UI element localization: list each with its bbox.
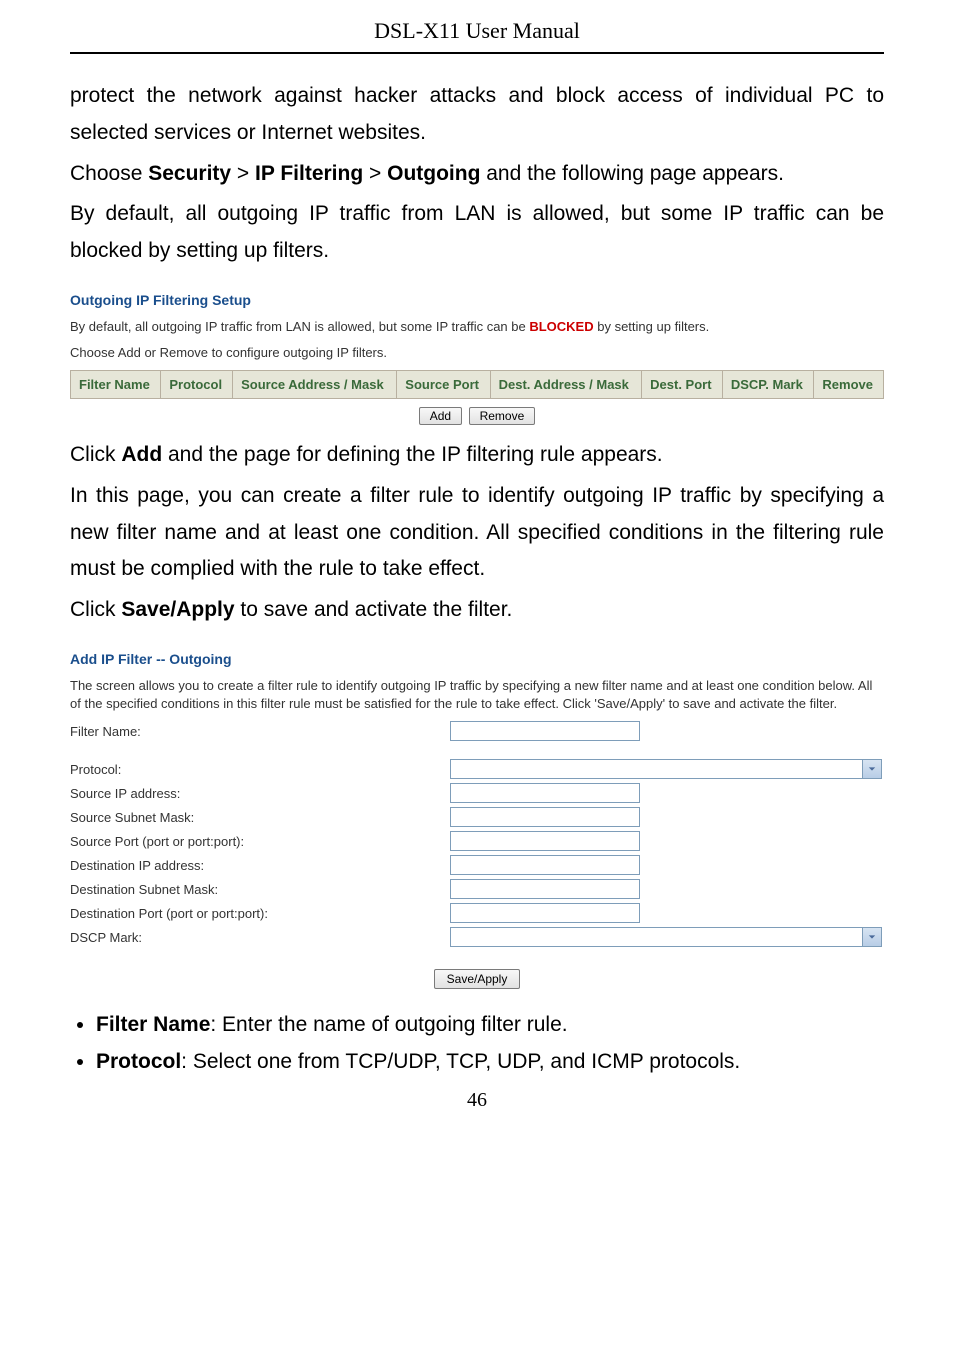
text: and the following page appears. <box>480 162 784 185</box>
section-heading: Outgoing IP Filtering Setup <box>70 292 884 308</box>
list-item: Protocol: Select one from TCP/UDP, TCP, … <box>96 1044 884 1081</box>
table-button-row: Add Remove <box>70 407 884 425</box>
dest-port-label: Destination Port (port or port:port): <box>70 906 450 921</box>
text: Protocol <box>96 1050 181 1073</box>
add-button[interactable]: Add <box>419 407 462 425</box>
dest-mask-input[interactable] <box>450 879 640 899</box>
text: Choose <box>70 162 148 185</box>
chevron-down-icon <box>862 928 881 946</box>
text: Security <box>148 162 231 185</box>
dest-port-input[interactable] <box>450 903 640 923</box>
col-source-port: Source Port <box>397 371 490 399</box>
blocked-label: BLOCKED <box>529 319 593 334</box>
text: IP Filtering <box>255 162 363 185</box>
save-apply-button[interactable]: Save/Apply <box>434 969 521 989</box>
help-text: The screen allows you to create a filter… <box>70 677 884 713</box>
paragraph: By default, all outgoing IP traffic from… <box>70 196 884 270</box>
text: and the page for defining the IP filteri… <box>162 443 662 466</box>
remove-button[interactable]: Remove <box>469 407 536 425</box>
table-header-row: Filter Name Protocol Source Address / Ma… <box>71 371 884 399</box>
paragraph: Choose Security > IP Filtering > Outgoin… <box>70 156 884 193</box>
paragraph: protect the network against hacker attac… <box>70 78 884 152</box>
col-remove: Remove <box>814 371 884 399</box>
source-ip-input[interactable] <box>450 783 640 803</box>
text: by setting up filters. <box>594 319 710 334</box>
text: Click <box>70 443 121 466</box>
paragraph: In this page, you can create a filter ru… <box>70 478 884 588</box>
paragraph: Click Save/Apply to save and activate th… <box>70 592 884 629</box>
col-dscp: DSCP. Mark <box>722 371 814 399</box>
filter-name-label: Filter Name: <box>70 724 450 739</box>
text: > <box>231 162 255 185</box>
col-filter-name: Filter Name <box>71 371 161 399</box>
source-mask-input[interactable] <box>450 807 640 827</box>
col-source-addr: Source Address / Mask <box>233 371 397 399</box>
text: Add <box>121 443 162 466</box>
source-port-input[interactable] <box>450 831 640 851</box>
text: Outgoing <box>387 162 480 185</box>
chevron-down-icon <box>862 760 881 778</box>
text: : Select one from TCP/UDP, TCP, UDP, and… <box>181 1050 740 1073</box>
text: Save/Apply <box>121 598 234 621</box>
source-mask-label: Source Subnet Mask: <box>70 810 450 825</box>
protocol-label: Protocol: <box>70 762 450 777</box>
page-number: 46 <box>70 1089 884 1112</box>
filter-name-input[interactable] <box>450 721 640 741</box>
text: : Enter the name of outgoing filter rule… <box>210 1013 567 1036</box>
text: > <box>363 162 387 185</box>
dscp-label: DSCP Mark: <box>70 930 450 945</box>
section-heading: Add IP Filter -- Outgoing <box>70 651 884 667</box>
text: By default, all outgoing IP traffic from… <box>70 319 529 334</box>
col-dest-addr: Dest. Address / Mask <box>490 371 642 399</box>
protocol-select[interactable] <box>450 759 882 779</box>
page-title: DSL-X11 User Manual <box>70 0 884 54</box>
dest-ip-label: Destination IP address: <box>70 858 450 873</box>
text: to save and activate the filter. <box>235 598 513 621</box>
help-text: By default, all outgoing IP traffic from… <box>70 318 884 336</box>
bullet-list: Filter Name: Enter the name of outgoing … <box>70 1007 884 1081</box>
help-text: Choose Add or Remove to configure outgoi… <box>70 344 884 362</box>
col-dest-port: Dest. Port <box>642 371 723 399</box>
save-button-row: Save/Apply <box>70 969 884 989</box>
dscp-select[interactable] <box>450 927 882 947</box>
list-item: Filter Name: Enter the name of outgoing … <box>96 1007 884 1044</box>
dest-ip-input[interactable] <box>450 855 640 875</box>
filter-table: Filter Name Protocol Source Address / Ma… <box>70 370 884 399</box>
source-ip-label: Source IP address: <box>70 786 450 801</box>
text: Filter Name <box>96 1013 210 1036</box>
paragraph: Click Add and the page for defining the … <box>70 437 884 474</box>
source-port-label: Source Port (port or port:port): <box>70 834 450 849</box>
dest-mask-label: Destination Subnet Mask: <box>70 882 450 897</box>
col-protocol: Protocol <box>161 371 233 399</box>
text: Click <box>70 598 121 621</box>
